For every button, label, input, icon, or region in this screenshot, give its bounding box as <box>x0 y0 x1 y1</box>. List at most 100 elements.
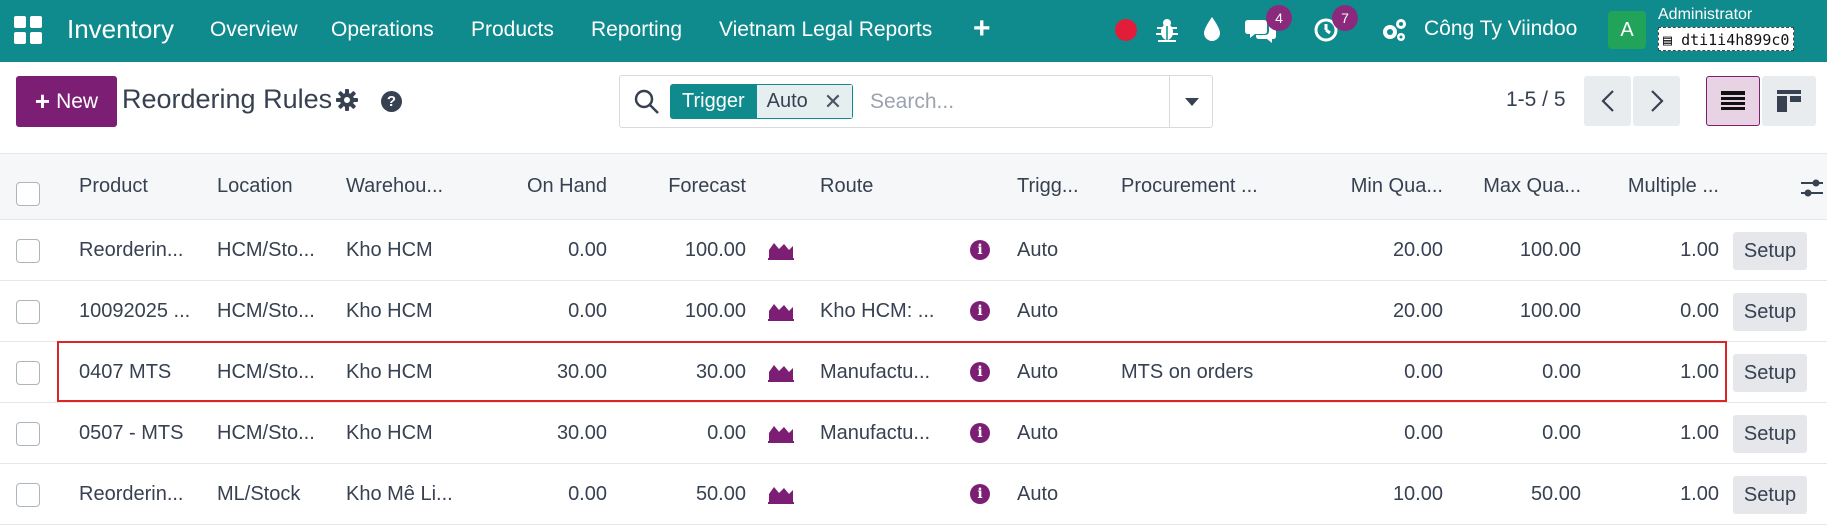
row-checkbox[interactable] <box>16 422 40 446</box>
nav-add-menu-button[interactable]: + <box>973 12 991 46</box>
cell-max-quantity: 100.00 <box>1519 238 1581 261</box>
column-header-min-quantity[interactable]: Min Qua... <box>1320 154 1443 219</box>
nav-menu-products[interactable]: Products <box>471 18 554 42</box>
user-name[interactable]: Administrator <box>1658 6 1752 24</box>
column-header-max-quantity[interactable]: Max Qua... <box>1455 154 1581 219</box>
cell-max-quantity: 0.00 <box>1542 421 1581 444</box>
apps-menu-icon[interactable] <box>14 16 42 44</box>
optional-columns-sliders-icon[interactable] <box>1800 177 1824 199</box>
column-header-procurement[interactable]: Procurement ... <box>1121 154 1291 219</box>
setup-button[interactable]: Setup <box>1733 476 1807 514</box>
column-header-location[interactable]: Location <box>217 154 327 219</box>
cell-multiple-quantity: 1.00 <box>1680 421 1719 444</box>
pager-value[interactable]: 1-5 / 5 <box>1506 88 1566 112</box>
table-row[interactable]: 10092025 ... HCM/Sto... Kho HCM 0.00 100… <box>0 281 1827 342</box>
cell-product: 0507 - MTS <box>79 421 184 444</box>
table-row[interactable]: Reorderin... ML/Stock Kho Mê Li... 0.00 … <box>0 464 1827 525</box>
cell-warehouse: Kho HCM <box>346 360 433 383</box>
cell-multiple-quantity: 1.00 <box>1680 238 1719 261</box>
row-checkbox[interactable] <box>16 239 40 263</box>
info-icon[interactable]: i <box>970 464 1000 524</box>
cell-max-quantity: 50.00 <box>1530 482 1581 505</box>
setup-button[interactable]: Setup <box>1733 415 1807 453</box>
cell-location: HCM/Sto... <box>217 360 315 383</box>
kanban-view-button[interactable] <box>1762 76 1816 126</box>
cell-forecast: 0.00 <box>707 421 746 444</box>
cell-multiple-quantity: 1.00 <box>1680 482 1719 505</box>
cell-product: Reorderin... <box>79 482 184 505</box>
row-checkbox[interactable] <box>16 483 40 507</box>
search-options-toggle[interactable] <box>1169 76 1213 127</box>
cell-warehouse: Kho HCM <box>346 299 433 322</box>
new-button[interactable]: + New <box>16 76 117 127</box>
setup-button[interactable]: Setup <box>1733 232 1807 270</box>
record-icon[interactable] <box>1115 19 1137 41</box>
column-header-warehouse[interactable]: Warehou... <box>346 154 471 219</box>
cell-trigger: Auto <box>1017 238 1059 261</box>
table-row[interactable]: 0507 - MTS HCM/Sto... Kho HCM 30.00 0.00… <box>0 403 1827 464</box>
cell-max-quantity: 0.00 <box>1542 360 1581 383</box>
cell-location: HCM/Sto... <box>217 238 315 261</box>
actions-gear-icon[interactable] <box>336 89 358 111</box>
info-icon[interactable]: i <box>970 342 1000 402</box>
search-input[interactable] <box>870 84 1170 119</box>
company-switcher[interactable]: Công Ty Viindoo <box>1424 17 1577 41</box>
info-icon[interactable]: i <box>970 403 1000 463</box>
info-icon[interactable]: i <box>970 281 1000 341</box>
help-icon[interactable]: ? <box>381 91 402 112</box>
column-header-on-hand[interactable]: On Hand <box>480 154 607 219</box>
kanban-view-icon <box>1777 90 1801 112</box>
user-avatar[interactable]: A <box>1608 11 1646 49</box>
nav-menu-reporting[interactable]: Reporting <box>591 18 682 42</box>
column-header-trigger[interactable]: Trigg... <box>1017 154 1102 219</box>
cell-procurement <box>1121 403 1301 463</box>
cell-location: HCM/Sto... <box>217 421 315 444</box>
pager-previous-button[interactable] <box>1584 76 1631 126</box>
activities-count-badge: 7 <box>1332 5 1358 31</box>
row-checkbox[interactable] <box>16 361 40 385</box>
cell-multiple-quantity: 0.00 <box>1680 299 1719 322</box>
theme-drop-icon[interactable] <box>1202 16 1222 42</box>
select-all-checkbox[interactable] <box>16 182 40 206</box>
info-icon[interactable]: i <box>970 220 1000 280</box>
cell-max-quantity: 100.00 <box>1519 299 1581 322</box>
nav-menu-vietnam-legal-reports[interactable]: Vietnam Legal Reports <box>719 18 932 42</box>
app-brand[interactable]: Inventory <box>67 14 174 45</box>
chevron-left-icon <box>1600 90 1614 112</box>
cell-warehouse: Kho Mê Li... <box>346 482 453 505</box>
forecast-graph-icon[interactable] <box>768 403 798 463</box>
forecast-graph-icon[interactable] <box>768 281 798 341</box>
setup-button[interactable]: Setup <box>1733 293 1807 331</box>
forecast-graph-icon[interactable] <box>768 220 798 280</box>
cell-product: Reorderin... <box>79 238 184 261</box>
setup-button[interactable]: Setup <box>1733 354 1807 392</box>
debug-bug-icon[interactable] <box>1155 17 1179 43</box>
cell-trigger: Auto <box>1017 482 1059 505</box>
forecast-graph-icon[interactable] <box>768 464 798 524</box>
nav-menu-overview[interactable]: Overview <box>210 18 298 42</box>
list-view-button[interactable] <box>1706 76 1760 126</box>
remove-facet-close-icon[interactable]: ✕ <box>824 85 842 118</box>
column-header-route[interactable]: Route <box>820 154 970 219</box>
cell-multiple-quantity: 1.00 <box>1680 360 1719 383</box>
cell-min-quantity: 20.00 <box>1392 238 1443 261</box>
table-row[interactable]: 0407 MTS HCM/Sto... Kho HCM 30.00 30.00 … <box>0 342 1827 403</box>
search-facet-trigger: Trigger Auto ✕ <box>670 84 854 119</box>
cell-product: 0407 MTS <box>79 360 172 383</box>
cell-route: Manufactu... <box>820 421 931 444</box>
nav-menu-operations[interactable]: Operations <box>331 18 434 42</box>
search-icon[interactable] <box>634 89 660 115</box>
column-header-multiple-quantity[interactable]: Multiple ... <box>1595 154 1719 219</box>
forecast-graph-icon[interactable] <box>768 342 798 402</box>
cell-on-hand: 0.00 <box>568 238 607 261</box>
pager-next-button[interactable] <box>1633 76 1680 126</box>
table-row[interactable]: Reorderin... HCM/Sto... Kho HCM 0.00 100… <box>0 220 1827 281</box>
column-header-forecast[interactable]: Forecast <box>620 154 746 219</box>
facet-label: Trigger <box>670 84 757 119</box>
cell-trigger: Auto <box>1017 421 1059 444</box>
cell-min-quantity: 20.00 <box>1392 299 1443 322</box>
settings-gears-icon[interactable] <box>1380 17 1408 43</box>
row-checkbox[interactable] <box>16 300 40 324</box>
cell-procurement: MTS on orders <box>1121 360 1254 383</box>
column-header-product[interactable]: Product <box>79 154 199 219</box>
